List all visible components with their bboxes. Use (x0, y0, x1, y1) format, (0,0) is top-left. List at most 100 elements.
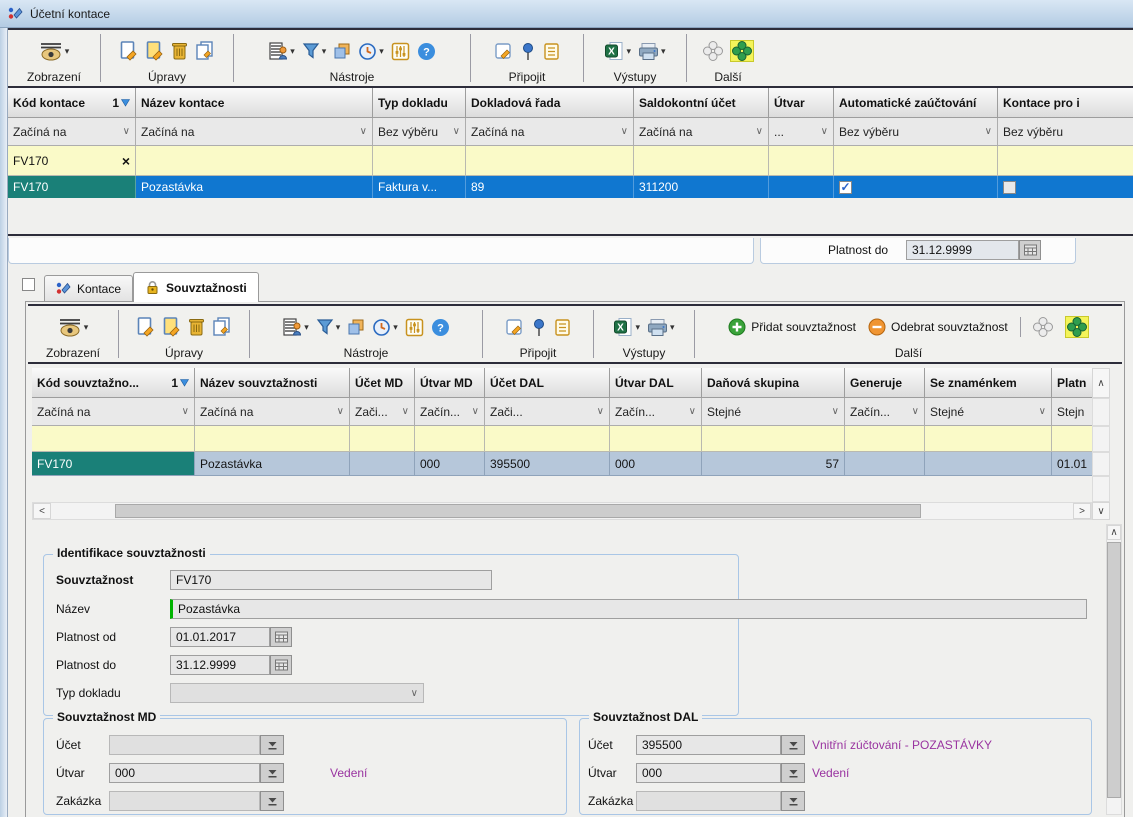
column-header[interactable]: Typ dokladu (373, 88, 466, 118)
note-button[interactable] (494, 42, 513, 61)
column-header[interactable]: Platn (1052, 368, 1092, 398)
column-header[interactable]: Saldokontní účet (634, 88, 769, 118)
vertical-scrollbar[interactable] (1092, 398, 1110, 426)
export-excel-button[interactable]: X▾ (613, 317, 640, 337)
column-header[interactable]: Daňová skupina (702, 368, 845, 398)
column-header[interactable]: Účet MD (350, 368, 415, 398)
filter-dropdown[interactable]: Začín...∨ (610, 398, 702, 426)
print-button[interactable]: ▾ (638, 42, 666, 61)
ucet-md-field[interactable] (109, 735, 260, 755)
table-row[interactable]: FV170 Pozastávka 000 395500 000 57 01.01 (32, 452, 1110, 476)
table-row[interactable]: FV170 Pozastávka Faktura v... 89 311200 (8, 176, 1133, 198)
filter-dropdown[interactable]: Začín...∨ (415, 398, 485, 426)
zakazka-dal-field[interactable] (636, 791, 781, 811)
column-header[interactable]: Útvar (769, 88, 834, 118)
search-row-cell[interactable] (373, 146, 466, 176)
column-header[interactable]: Účet DAL (485, 368, 610, 398)
nazev-field[interactable]: Pozastávka (170, 599, 1087, 619)
copy-structure-button[interactable] (347, 318, 365, 336)
filter-dropdown[interactable]: Bez výběru (998, 118, 1133, 146)
add-souvztaznost-button[interactable]: Přidat souvztažnost (728, 318, 856, 336)
clover-inactive-button[interactable] (703, 41, 723, 61)
scroll-up-button[interactable]: ∧ (1107, 525, 1121, 540)
remove-souvztaznost-button[interactable]: Odebrat souvztažnost (868, 318, 1008, 336)
filter-dropdown[interactable]: Začíná na∨ (32, 398, 195, 426)
lookup-button[interactable] (260, 763, 284, 783)
search-row-cell[interactable] (845, 426, 925, 452)
checkbox-automaticke-zauctovani[interactable] (839, 181, 852, 194)
new-record-button[interactable] (136, 317, 155, 337)
float-panel-checkbox[interactable] (22, 278, 35, 291)
print-button[interactable]: ▾ (647, 318, 675, 337)
clover-inactive-button[interactable] (1033, 317, 1053, 337)
search-row-cell[interactable] (415, 426, 485, 452)
search-row-cell[interactable] (466, 146, 634, 176)
souvztaznost-field[interactable]: FV170 (170, 570, 492, 590)
filter-dropdown[interactable]: Zači...∨ (350, 398, 415, 426)
search-row-cell[interactable] (485, 426, 610, 452)
search-row-cell[interactable] (634, 146, 769, 176)
copy-record-button[interactable] (195, 41, 215, 61)
edit-record-button[interactable] (145, 41, 164, 61)
lookup-button[interactable] (781, 735, 805, 755)
view-menu-button[interactable]: ▾ (39, 42, 70, 61)
search-row-cell[interactable] (769, 146, 834, 176)
filter-dropdown[interactable]: Začín...∨ (845, 398, 925, 426)
column-header[interactable]: Název kontace (136, 88, 373, 118)
settings-button[interactable] (405, 318, 424, 337)
filter-dropdown[interactable]: Stejné∨ (702, 398, 845, 426)
pin-button[interactable] (531, 318, 547, 337)
delete-record-button[interactable] (171, 41, 188, 61)
search-row-cell[interactable] (195, 426, 350, 452)
clear-filter-button[interactable]: × (122, 153, 130, 169)
search-row-cell[interactable] (834, 146, 998, 176)
settings-button[interactable] (391, 42, 410, 61)
calendar-button[interactable] (270, 627, 292, 647)
scroll-up-button[interactable]: ∧ (1092, 368, 1110, 398)
filter-dropdown[interactable]: Začíná na∨ (466, 118, 634, 146)
scroll-right-button[interactable]: > (1073, 503, 1091, 519)
filter-dropdown[interactable]: Stejné∨ (925, 398, 1052, 426)
scheduler-button[interactable]: ▾ (372, 318, 398, 337)
scroll-down-button[interactable]: ∨ (1092, 502, 1110, 520)
search-row-cell[interactable] (925, 426, 1052, 452)
clover-active-button[interactable] (730, 40, 754, 62)
clover-active-button[interactable] (1065, 316, 1089, 338)
copy-structure-button[interactable] (333, 42, 351, 60)
vertical-scrollbar[interactable] (1092, 476, 1110, 502)
filter-button[interactable]: ▾ (302, 42, 327, 60)
search-row-cell[interactable] (136, 146, 373, 176)
lookup-button[interactable] (260, 791, 284, 811)
filter-dropdown[interactable]: Začíná na∨ (195, 398, 350, 426)
lookup-button[interactable] (781, 763, 805, 783)
new-record-button[interactable] (119, 41, 138, 61)
tab-souvztaznosti[interactable]: Souvztažnosti (133, 272, 259, 302)
contacts-list-button[interactable]: ▾ (282, 317, 309, 337)
search-row-cell[interactable] (702, 426, 845, 452)
vertical-scrollbar[interactable] (1092, 452, 1110, 476)
utvar-dal-field[interactable]: 000 (636, 763, 781, 783)
ucet-dal-field[interactable]: 395500 (636, 735, 781, 755)
export-excel-button[interactable]: X▾ (604, 41, 631, 61)
note-button[interactable] (505, 318, 524, 337)
utvar-md-field[interactable]: 000 (109, 763, 260, 783)
horizontal-scrollbar[interactable]: < > (32, 502, 1092, 520)
search-row-cell[interactable] (32, 426, 195, 452)
delete-record-button[interactable] (188, 317, 205, 337)
filter-dropdown[interactable]: Bez výběru∨ (373, 118, 466, 146)
typ-dokladu-dropdown[interactable]: ∨ (170, 683, 424, 703)
column-header[interactable]: Generuje (845, 368, 925, 398)
search-row-cell[interactable] (998, 146, 1133, 176)
pin-button[interactable] (520, 42, 536, 61)
help-button[interactable]: ? (417, 42, 436, 61)
view-menu-button[interactable]: ▾ (58, 318, 89, 337)
platnost-do-field[interactable]: 31.12.9999 (906, 240, 1019, 260)
filter-button[interactable]: ▾ (316, 318, 341, 336)
vertical-scrollbar[interactable] (1092, 426, 1110, 452)
filter-dropdown[interactable]: Bez výběru∨ (834, 118, 998, 146)
calendar-button[interactable] (1019, 240, 1041, 260)
lookup-button[interactable] (781, 791, 805, 811)
filter-dropdown[interactable]: ...∨ (769, 118, 834, 146)
copy-record-button[interactable] (212, 317, 232, 337)
tab-kontace[interactable]: Kontace (44, 275, 133, 301)
